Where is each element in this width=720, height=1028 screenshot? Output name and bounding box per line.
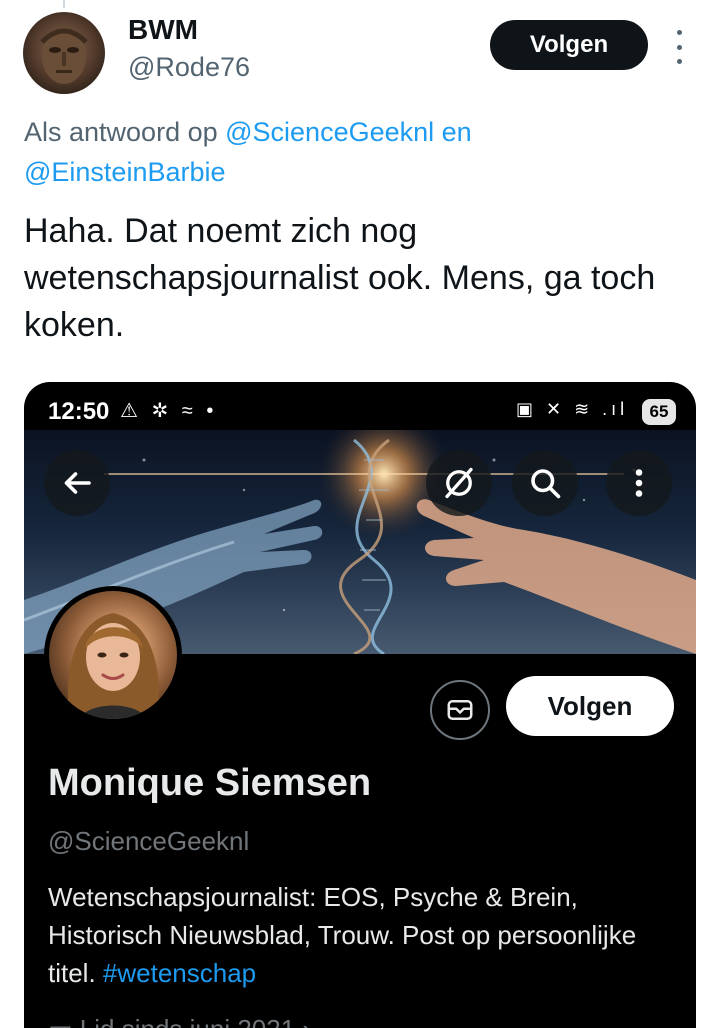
- more-options-icon[interactable]: [668, 30, 690, 64]
- profile-joined-date: ▭ Lid sinds juni 2021 ›: [48, 1014, 311, 1028]
- profile-handle: @ScienceGeeknl: [48, 826, 250, 856]
- more-vertical-icon[interactable]: [606, 450, 672, 516]
- status-time: 12:50: [48, 398, 110, 425]
- author-avatar[interactable]: [23, 12, 105, 94]
- mention-link-einsteinbarbie[interactable]: @EinsteinBarbie: [24, 157, 226, 187]
- follow-button[interactable]: Volgen: [490, 20, 648, 70]
- tweet-text: Haha. Dat noemt zich nog wetenschapsjour…: [24, 212, 656, 344]
- battery-indicator: 65: [642, 399, 676, 425]
- embedded-screenshot[interactable]: 12:50 ⚠ ✲ ≈ • ▣ ✕ ≋ .ıl 65 Volgen Moniqu…: [24, 382, 696, 1028]
- author-handle[interactable]: @Rode76: [128, 52, 250, 83]
- reply-joiner[interactable]: en: [434, 117, 472, 147]
- author-name[interactable]: BWM: [128, 14, 198, 46]
- profile-name: Monique Siemsen: [48, 762, 372, 804]
- hashtag-link[interactable]: #wetenschap: [103, 958, 256, 988]
- search-icon[interactable]: [512, 450, 578, 516]
- back-arrow-icon[interactable]: [44, 450, 110, 516]
- reply-prefix: Als antwoord op: [24, 117, 226, 147]
- status-system-icons: ▣ ✕ ≋ .ıl: [516, 399, 629, 419]
- thread-connector-line: [63, 0, 65, 8]
- mention-link-sciencegeeknl[interactable]: @ScienceGeeknl: [225, 117, 434, 147]
- status-notification-icons: ⚠ ✲ ≈ •: [120, 400, 218, 422]
- profile-avatar[interactable]: [44, 586, 182, 724]
- message-icon[interactable]: [430, 680, 490, 740]
- profile-follow-button[interactable]: Volgen: [506, 676, 674, 736]
- profile-bio: Wetenschapsjournalist: EOS, Psyche & Bre…: [48, 878, 668, 992]
- reply-context: Als antwoord op @ScienceGeeknl en @Einste…: [24, 112, 704, 192]
- grok-icon[interactable]: [426, 450, 492, 516]
